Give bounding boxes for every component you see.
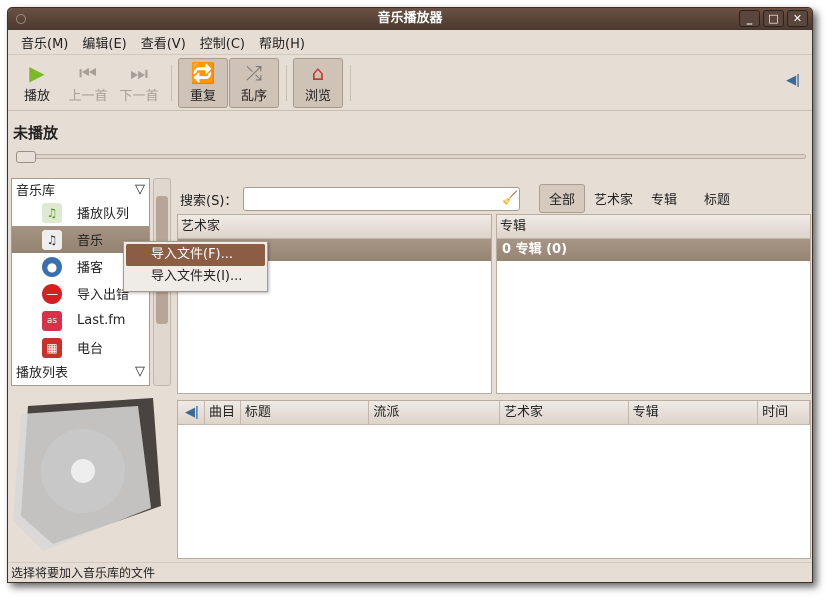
source-label: 导入出错 — [77, 288, 130, 303]
shuffle-icon: ⤮ — [246, 61, 262, 85]
playing-column-icon: ◀ǀ — [181, 401, 205, 424]
next-label: 下一首 — [119, 89, 159, 104]
separator — [350, 64, 351, 101]
artist-column-header[interactable]: 艺术家 — [178, 215, 491, 239]
menu-bar: 音乐(M) 编辑(E) 查看(V) 控制(C) 帮助(H) — [8, 30, 812, 55]
column-time[interactable]: 时间 — [758, 401, 810, 424]
close-button[interactable]: ✕ — [787, 10, 808, 27]
album-all-row[interactable]: 0 专辑 (0) — [497, 239, 810, 261]
title-bar: 音乐播放器 _ □ ✕ — [8, 8, 812, 30]
filter-all[interactable]: 全部 — [539, 184, 586, 213]
play-label: 播放 — [23, 89, 50, 104]
main-window: 音乐播放器 _ □ ✕ 音乐(M) 编辑(E) 查看(V) 控制(C) 帮助(H… — [7, 7, 813, 583]
toolbar: ▶ 播放 ⏮ 上一首 ⏭ 下一首 🔁 重复 ⤮ 乱序 ⌂ 浏览 ◀ǀ — [8, 55, 812, 111]
next-icon: ⏭ — [130, 61, 148, 85]
podcast-icon: ● — [42, 256, 62, 277]
browse-label: 浏览 — [304, 89, 331, 104]
track-list-header: ◀ǀ 曲目 标题 流派 艺术家 专辑 时间 — [178, 401, 810, 425]
column-album[interactable]: 专辑 — [629, 401, 759, 424]
repeat-label: 重复 — [189, 89, 216, 104]
now-playing-title: 未播放 — [13, 124, 59, 142]
music-icon: ♫ — [42, 229, 62, 250]
seek-slider-handle[interactable] — [16, 151, 36, 163]
menu-help[interactable]: 帮助(H) — [252, 33, 312, 52]
error-icon: — — [42, 283, 62, 304]
window-title: 音乐播放器 — [377, 11, 443, 26]
menu-music[interactable]: 音乐(M) — [14, 33, 75, 52]
collapse-icon[interactable]: ▽ — [135, 364, 145, 379]
previous-button[interactable]: ⏮ 上一首 — [63, 58, 113, 108]
repeat-icon: 🔁 — [190, 61, 216, 85]
context-menu: 导入文件(F)... 导入文件夹(I)... — [123, 241, 268, 292]
next-button[interactable]: ⏭ 下一首 — [114, 58, 164, 108]
menu-control[interactable]: 控制(C) — [193, 33, 252, 52]
lastfm-icon: as — [42, 310, 62, 331]
play-icon: ▶ — [29, 61, 45, 85]
separator — [171, 64, 172, 101]
browse-button[interactable]: ⌂ 浏览 — [293, 57, 343, 108]
volume-icon[interactable]: ◀ǀ — [786, 73, 800, 88]
playlists-header-label: 播放列表 — [16, 365, 69, 381]
search-input[interactable] — [243, 187, 521, 211]
menu-view[interactable]: 查看(V) — [134, 33, 193, 52]
collapse-icon[interactable]: ▽ — [135, 182, 145, 197]
menu-edit[interactable]: 编辑(E) — [75, 33, 133, 52]
filter-album[interactable]: 专辑 — [642, 185, 686, 212]
cd-case-icon — [13, 398, 161, 551]
source-radio[interactable]: ▦ 电台 — [12, 334, 149, 361]
import-file-item[interactable]: 导入文件(F)... — [126, 244, 265, 266]
previous-label: 上一首 — [68, 89, 108, 104]
import-folder-item[interactable]: 导入文件夹(I)... — [126, 266, 265, 288]
column-title[interactable]: 标题 — [241, 401, 370, 424]
filter-artist[interactable]: 艺术家 — [585, 185, 642, 212]
repeat-button[interactable]: 🔁 重复 — [178, 57, 228, 108]
separator — [286, 64, 287, 101]
shuffle-button[interactable]: ⤮ 乱序 — [229, 57, 279, 108]
album-column-header[interactable]: 专辑 — [497, 215, 810, 239]
library-header-label: 音乐库 — [16, 183, 56, 199]
window-menu-icon[interactable] — [16, 14, 26, 24]
source-label: 音乐 — [77, 234, 104, 249]
status-bar: 选择将要加入音乐库的文件 — [8, 562, 812, 582]
track-list: ◀ǀ 曲目 标题 流派 艺术家 专辑 时间 — [177, 400, 811, 559]
source-queue[interactable]: ♫ 播放队列 — [12, 199, 149, 226]
column-artist[interactable]: 艺术家 — [500, 401, 629, 424]
source-label: 播客 — [77, 261, 104, 276]
search-label: 搜索(S)： — [180, 193, 238, 209]
minimize-button[interactable]: _ — [739, 10, 760, 27]
library-header[interactable]: 音乐库 ▽ — [12, 179, 149, 199]
maximize-button[interactable]: □ — [763, 10, 784, 27]
source-label: 电台 — [77, 342, 104, 357]
search-bar: 搜索(S)： — [180, 187, 521, 211]
column-genre[interactable]: 流派 — [369, 401, 500, 424]
source-label: Last.fm — [77, 313, 126, 328]
source-lastfm[interactable]: as Last.fm — [12, 307, 149, 334]
clear-search-icon[interactable]: 🧹 — [502, 191, 518, 206]
queue-icon: ♫ — [42, 202, 62, 223]
play-button[interactable]: ▶ 播放 — [12, 58, 62, 108]
album-pane: 专辑 0 专辑 (0) — [496, 214, 811, 394]
radio-icon: ▦ — [42, 337, 62, 358]
album-art — [13, 396, 163, 556]
filter-title[interactable]: 标题 — [686, 185, 739, 212]
seek-slider[interactable] — [16, 154, 806, 159]
previous-icon: ⏮ — [79, 61, 97, 85]
playlists-header[interactable]: 播放列表 ▽ — [12, 361, 149, 381]
source-label: 播放队列 — [77, 207, 130, 222]
column-track-number[interactable]: 曲目 — [205, 401, 241, 424]
shuffle-label: 乱序 — [240, 89, 267, 104]
home-icon: ⌂ — [311, 61, 325, 85]
search-filters: 全部 艺术家 专辑 标题 — [539, 184, 739, 213]
